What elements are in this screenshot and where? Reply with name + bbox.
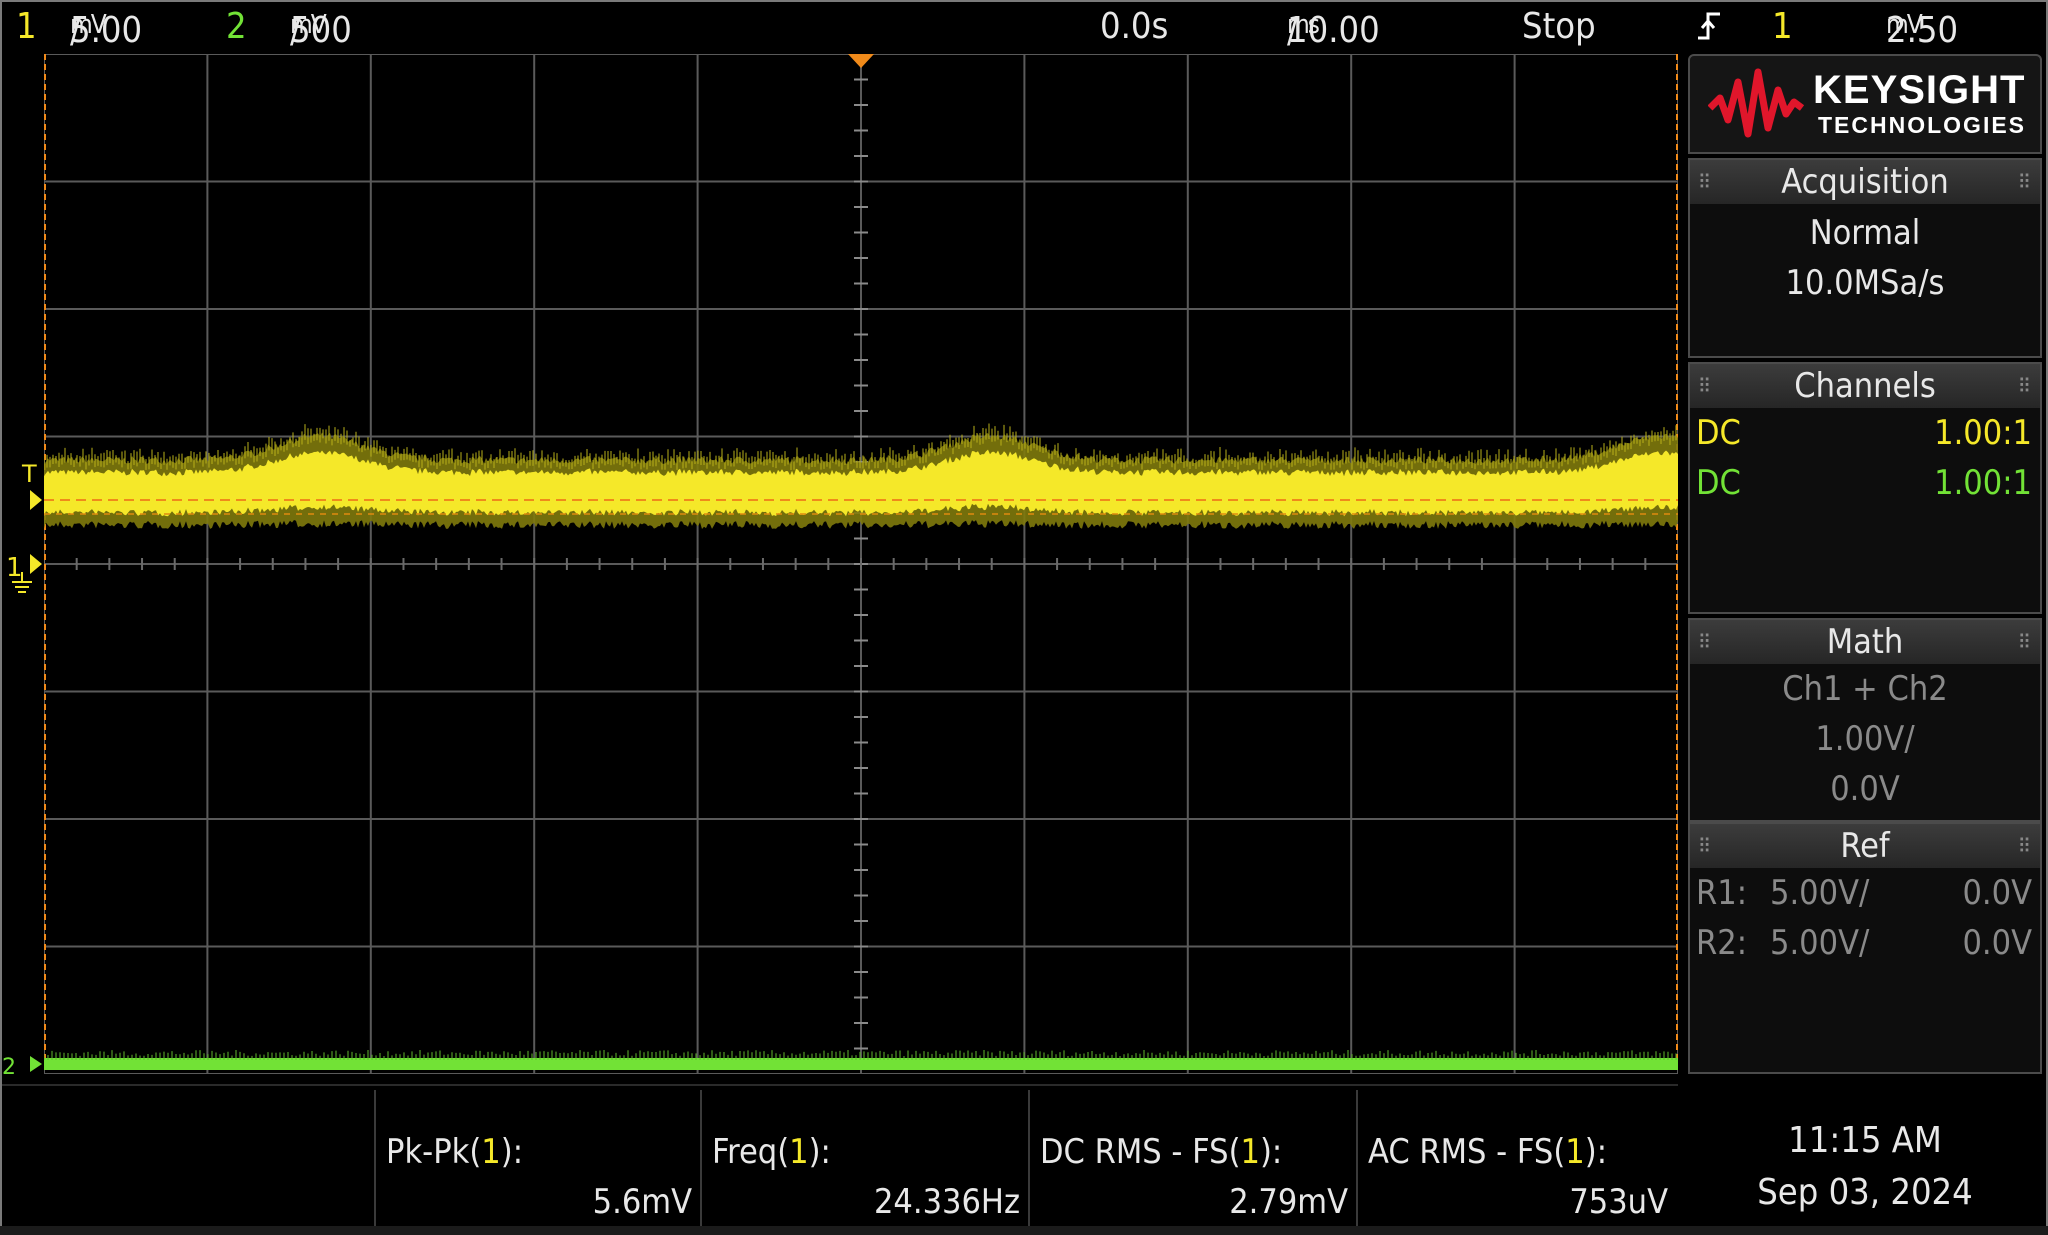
- acquisition-section[interactable]: ⠿ Acquisition ⠿ Normal 10.0MSa/s: [1688, 158, 2042, 358]
- r1-scale: 5.00V/: [1770, 873, 1870, 913]
- meas-label-close: ):: [1260, 1132, 1283, 1172]
- meas-label-close: ):: [1584, 1132, 1608, 1172]
- measurement-bar: Pk-Pk(1): 5.6mV Freq(1): 24.336Hz DC RMS…: [2, 1084, 1678, 1233]
- ch2-ground-marker[interactable]: 2: [2, 1055, 16, 1080]
- ch2-coupling: DC: [1696, 463, 1741, 503]
- r2-offset: 0.0V: [1962, 923, 2032, 963]
- meas-channel: 1: [1565, 1132, 1585, 1172]
- measurement-ac-rms[interactable]: AC RMS - FS(1): 753uV: [1356, 1090, 1678, 1230]
- math-title: Math: [1826, 622, 1904, 662]
- channel-row-1[interactable]: DC 1.00:1: [1690, 408, 2040, 458]
- grip-icon: ⠿: [2017, 170, 2032, 194]
- math-section[interactable]: ⠿ Math ⠿ Ch1 + Ch2 1.00V/ 0.0V: [1688, 618, 2042, 822]
- keysight-logo: KEYSIGHT TECHNOLOGIES: [1688, 54, 2042, 154]
- r2-name: R2:: [1696, 923, 1748, 963]
- r1-name: R1:: [1696, 873, 1748, 913]
- acquisition-title: Acquisition: [1781, 162, 1949, 202]
- measurement-dc-rms[interactable]: DC RMS - FS(1): 2.79mV: [1028, 1090, 1358, 1230]
- math-offset: 0.0V: [1830, 769, 1900, 809]
- trigger-level-marker[interactable]: T: [21, 460, 37, 488]
- meas-value: 5.6mV: [592, 1182, 692, 1222]
- run-state[interactable]: Stop: [1522, 6, 1596, 47]
- meas-label-close: ):: [808, 1132, 831, 1172]
- trigger-source[interactable]: 1: [1772, 6, 1793, 47]
- ch2-ground-arrow-icon: [30, 1056, 42, 1072]
- ch2-waveform: [44, 1058, 1678, 1070]
- meas-value: 753uV: [1569, 1182, 1668, 1222]
- trigger-position-icon: [848, 54, 874, 68]
- time-scale-slash: /: [1287, 10, 1298, 51]
- ref-section[interactable]: ⠿ Ref ⠿ R1: 5.00V/0.0V R2: 5.00V/0.0V: [1688, 822, 2042, 1074]
- meas-channel: 1: [481, 1132, 501, 1172]
- meas-value: 24.336Hz: [873, 1182, 1020, 1222]
- clock: 11:15 AM Sep 03, 2024: [1688, 1115, 2042, 1219]
- math-expression: Ch1 + Ch2: [1782, 669, 1948, 709]
- clock-time: 11:15 AM: [1788, 1120, 1942, 1161]
- meas-label-close: ):: [500, 1132, 524, 1172]
- grip-icon: ⠿: [1698, 170, 1713, 194]
- meas-label: DC RMS - FS(: [1040, 1132, 1241, 1172]
- grip-icon: ⠿: [2017, 834, 2032, 858]
- grip-icon: ⠿: [1698, 374, 1713, 398]
- r1-offset: 0.0V: [1962, 873, 2032, 913]
- measurement-pk-pk[interactable]: Pk-Pk(1): 5.6mV: [374, 1090, 702, 1230]
- ch2-scale-slash: /: [290, 10, 301, 51]
- rising-edge-trigger-icon[interactable]: [1696, 8, 1722, 53]
- trigger-level-unit: mV: [1886, 10, 1923, 40]
- meas-value: 2.79mV: [1229, 1182, 1348, 1222]
- time-delay[interactable]: 0.0s: [1100, 6, 1168, 47]
- grip-icon: ⠿: [1698, 630, 1713, 654]
- status-bar: 1 5.00 mV/ 2 500 mV/ 0.0s 10.00 ms / Stop 1 …: [2, 2, 2046, 52]
- grip-icon: ⠿: [2017, 630, 2032, 654]
- ch1-probe: 1.00:1: [1934, 413, 2032, 453]
- meas-label: Freq(: [712, 1132, 790, 1172]
- acquisition-mode: Normal: [1809, 213, 1921, 253]
- ref-row-r2[interactable]: R2: 5.00V/0.0V: [1690, 918, 2040, 968]
- channels-title: Channels: [1794, 366, 1936, 406]
- measurement-freq[interactable]: Freq(1): 24.336Hz: [700, 1090, 1030, 1230]
- ch1-ground-arrow-icon: [30, 554, 42, 574]
- meas-channel: 1: [789, 1132, 809, 1172]
- meas-channel: 1: [1240, 1132, 1260, 1172]
- ch1-ground-marker[interactable]: 1: [6, 553, 23, 583]
- ch1-coupling: DC: [1696, 413, 1741, 453]
- clock-date: Sep 03, 2024: [1757, 1172, 1973, 1213]
- meas-label: AC RMS - FS(: [1368, 1132, 1566, 1172]
- math-scale: 1.00V/: [1815, 719, 1915, 759]
- brand-name: KEYSIGHT: [1813, 68, 2026, 112]
- sample-rate: 10.0MSa/s: [1785, 263, 1945, 303]
- ref-title: Ref: [1840, 826, 1890, 866]
- ref-row-r1[interactable]: R1: 5.00V/0.0V: [1690, 868, 2040, 918]
- channel-row-2[interactable]: DC 1.00:1: [1690, 458, 2040, 508]
- meas-label: Pk-Pk(: [386, 1132, 482, 1172]
- graticule: [44, 54, 1678, 1074]
- keysight-wave-icon: [1708, 68, 1804, 138]
- ch2-probe: 1.00:1: [1934, 463, 2032, 503]
- ch2-number[interactable]: 2: [226, 6, 247, 47]
- ch1-scale-slash: /: [70, 10, 81, 51]
- side-panel: KEYSIGHT TECHNOLOGIES ⠿ Acquisition ⠿ Norm…: [1688, 54, 2042, 1074]
- grip-icon: ⠿: [2017, 374, 2032, 398]
- r2-scale: 5.00V/: [1770, 923, 1870, 963]
- channels-section[interactable]: ⠿ Channels ⠿ DC 1.00:1 DC 1.00:1: [1688, 362, 2042, 614]
- waveform-display[interactable]: [44, 54, 1678, 1074]
- channel-markers: T 1 2: [2, 460, 42, 1080]
- trigger-level-arrow-icon[interactable]: [30, 490, 42, 510]
- grip-icon: ⠿: [1698, 834, 1713, 858]
- bottom-strip: [0, 1226, 2048, 1235]
- brand-subtitle: TECHNOLOGIES: [1818, 112, 2027, 138]
